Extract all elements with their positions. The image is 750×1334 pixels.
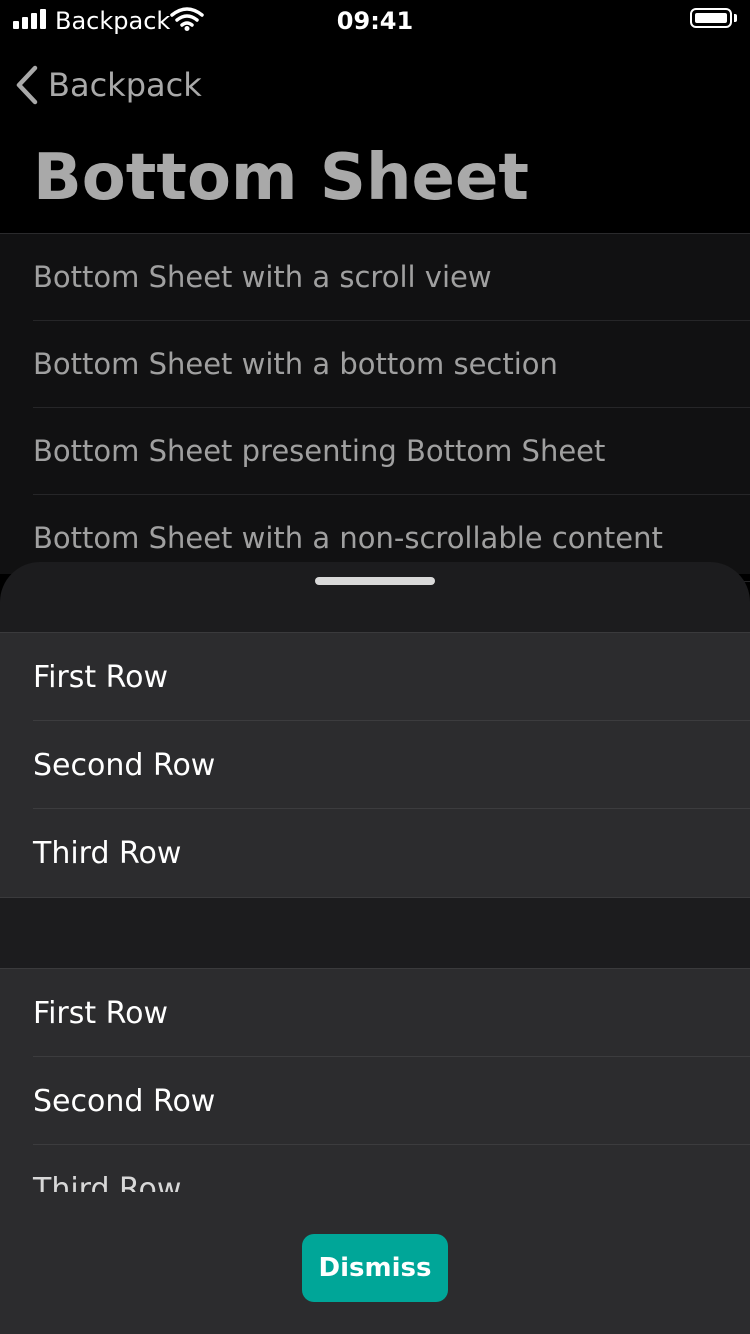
- sheet-row[interactable]: First Row: [33, 633, 750, 721]
- sheet-grabber-handle[interactable]: [315, 577, 435, 585]
- list-item[interactable]: Bottom Sheet with a bottom section: [33, 321, 750, 408]
- example-list: Bottom Sheet with a scroll view Bottom S…: [0, 233, 750, 582]
- sheet-row[interactable]: Second Row: [33, 1057, 750, 1145]
- dismiss-button[interactable]: Dismiss: [302, 1234, 448, 1302]
- sheet-row[interactable]: Third Row: [33, 809, 750, 897]
- sheet-row[interactable]: First Row: [33, 969, 750, 1057]
- list-item[interactable]: Bottom Sheet presenting Bottom Sheet: [33, 408, 750, 495]
- back-button[interactable]: Backpack: [14, 60, 202, 110]
- row-group: First Row Second Row Third Row: [0, 632, 750, 898]
- status-time: 09:41: [336, 7, 414, 35]
- status-bar: Backpack 09:41: [0, 0, 750, 40]
- list-item[interactable]: Bottom Sheet with a scroll view: [33, 234, 750, 321]
- page-title: Bottom Sheet: [33, 141, 529, 215]
- back-label: Backpack: [48, 66, 202, 104]
- chevron-left-icon: [14, 64, 40, 106]
- sheet-row[interactable]: Second Row: [33, 721, 750, 809]
- battery-tip: [734, 14, 737, 22]
- bottom-sheet: First Row Second Row Third Row First Row…: [0, 562, 750, 1334]
- battery-icon: [690, 8, 732, 28]
